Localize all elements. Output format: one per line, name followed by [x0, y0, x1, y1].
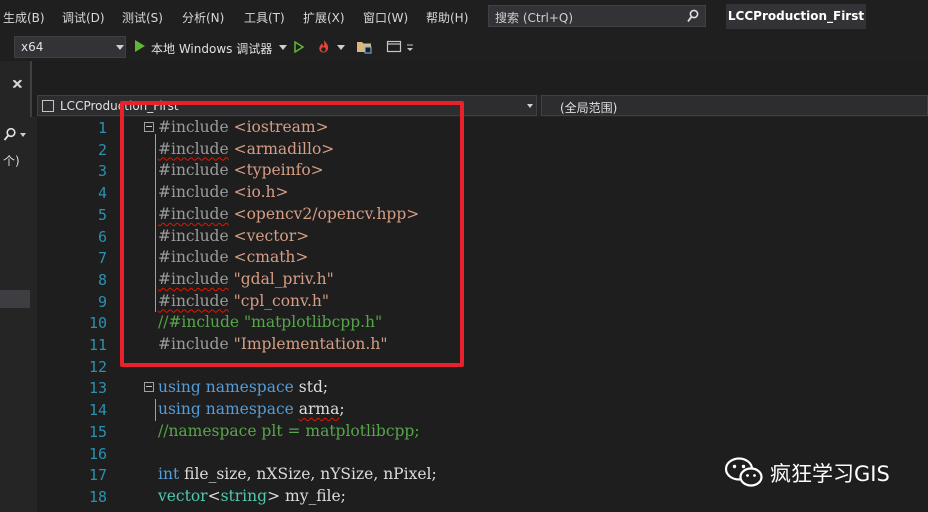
identifier: my_file;	[285, 486, 346, 505]
scope-dropdown[interactable]: (全局范围)	[541, 95, 928, 116]
platform-value: x64	[21, 40, 44, 54]
code-text: using namespace std;	[158, 378, 328, 396]
hot-reload-chevron-down-icon[interactable]	[337, 45, 345, 50]
panel-close-icon-2[interactable]: ✕	[11, 77, 23, 93]
panel-search-chevron-down-icon[interactable]	[20, 133, 26, 137]
line-number: 4	[97, 184, 107, 203]
keyword: using	[158, 400, 201, 419]
line-number: 2	[97, 140, 107, 159]
menu-debug[interactable]: 调试(D)	[62, 9, 105, 26]
annotation-highlight-box	[120, 101, 464, 367]
hot-reload-icon[interactable]	[316, 39, 332, 55]
line-number: 11	[88, 336, 107, 354]
punctuation: >	[267, 486, 281, 505]
type: vector	[158, 486, 208, 505]
line-number: 18	[88, 487, 107, 506]
project-chevron-down-icon[interactable]	[527, 104, 533, 108]
keyword: using	[158, 378, 201, 397]
line-number: 8	[97, 270, 107, 289]
menu-help[interactable]: 帮助(H)	[426, 9, 468, 26]
start-without-debugging-icon[interactable]	[294, 41, 304, 53]
search-placeholder: 搜索 (Ctrl+Q)	[495, 11, 574, 25]
line-number: 15	[88, 422, 107, 441]
keyword: namespace	[205, 378, 294, 397]
code-text: vector<string> my_file;	[158, 487, 346, 505]
keyword: int	[158, 465, 180, 484]
toolbar: x64 本地 Windows 调试器	[0, 33, 928, 61]
wechat-logo-icon	[724, 457, 763, 487]
toolbar-overflow-icon[interactable]	[405, 41, 415, 53]
search-icon	[687, 9, 699, 23]
keyword: namespace	[205, 400, 294, 419]
search-input[interactable]: 搜索 (Ctrl+Q)	[488, 5, 706, 27]
line-number: 1	[97, 119, 107, 137]
menu-extensions[interactable]: 扩展(X)	[303, 9, 345, 26]
identifier: std;	[298, 378, 329, 397]
line-number: 13	[88, 379, 107, 398]
menu-analyze[interactable]: 分析(N)	[182, 9, 224, 26]
window-layout-icon[interactable]	[386, 39, 402, 55]
line-number: 9	[97, 292, 107, 311]
menu-bar: 生成(B) 调试(D) 测试(S) 分析(N) 工具(T) 扩展(X) 窗口(W…	[0, 0, 928, 33]
start-debugger-button[interactable]: 本地 Windows 调试器	[151, 40, 272, 57]
solution-title: LCCProduction_First	[726, 4, 866, 29]
code-text: int file_size, nXSize, nYSize, nPixel;	[158, 465, 437, 483]
debugger-chevron-down-icon[interactable]	[279, 45, 287, 50]
panel-search-icon[interactable]	[3, 127, 17, 141]
platform-chevron-down-icon[interactable]	[116, 45, 124, 50]
line-number: 17	[88, 466, 107, 485]
panel-selected-row[interactable]	[0, 290, 30, 308]
line-number: 16	[88, 444, 107, 463]
code-line[interactable]: 14 using namespace arma;	[37, 399, 928, 421]
left-tool-panel: ✕ 个)	[0, 61, 30, 512]
folder-icon[interactable]	[356, 39, 372, 55]
scope-dropdown-label: (全局范围)	[560, 101, 618, 115]
menu-tools[interactable]: 工具(T)	[244, 9, 285, 26]
line-number: 14	[88, 401, 107, 420]
line-number: 6	[97, 227, 107, 246]
platform-dropdown[interactable]: x64	[14, 36, 126, 58]
panel-count-text: 个)	[3, 154, 20, 168]
identifier: arma	[298, 400, 340, 419]
editor-margin	[30, 117, 37, 512]
punctuation: ;	[339, 400, 345, 419]
line-number: 5	[97, 205, 107, 224]
menu-build[interactable]: 生成(B)	[3, 9, 45, 26]
menu-window[interactable]: 窗口(W)	[363, 9, 408, 26]
comment-text: //namespace plt = matplotlibcpp;	[158, 421, 420, 440]
punctuation: <	[207, 486, 221, 505]
start-debugging-icon[interactable]	[135, 40, 145, 52]
watermark-text: 疯狂学习GIS	[770, 462, 890, 486]
code-line[interactable]: 13 using namespace std;	[37, 377, 928, 399]
line-number: 12	[88, 357, 107, 376]
menu-test[interactable]: 测试(S)	[122, 9, 163, 26]
watermark: 疯狂学习GIS	[720, 454, 920, 490]
line-number: 7	[97, 249, 107, 268]
identifier: file_size, nXSize, nYSize, nPixel;	[184, 465, 437, 484]
code-text: using namespace arma;	[158, 400, 345, 418]
project-icon	[42, 100, 54, 112]
code-line[interactable]: 15 //namespace plt = matplotlibcpp;	[37, 421, 928, 443]
line-number: 3	[97, 162, 107, 181]
collapse-icon[interactable]	[144, 382, 154, 393]
type: string	[220, 486, 268, 505]
line-number: 10	[88, 314, 107, 333]
